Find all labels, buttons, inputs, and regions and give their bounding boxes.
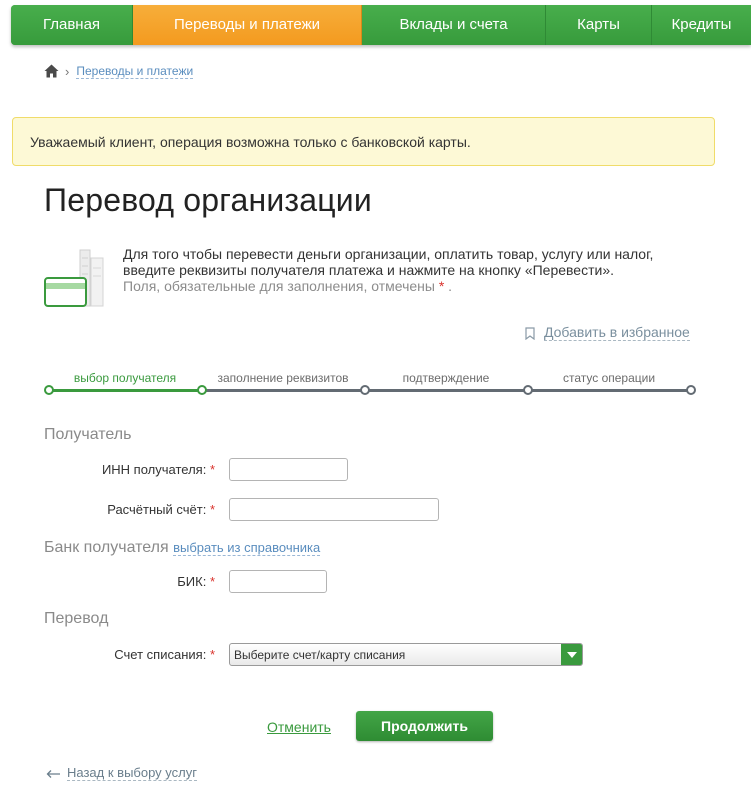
required-mark: *	[438, 278, 445, 294]
main-nav: Главная Переводы и платежи Вклады и счет…	[11, 5, 751, 45]
inn-input[interactable]	[229, 458, 348, 481]
page-title: Перевод организации	[44, 182, 372, 218]
section-title-recipient: Получатель	[44, 426, 132, 443]
bookmark-icon	[525, 326, 535, 340]
chevron-down-icon	[566, 651, 577, 658]
cancel-link[interactable]: Отменить	[267, 719, 331, 735]
required-note: Поля, обязательные для заполнения, отмеч…	[123, 278, 453, 294]
home-icon[interactable]	[44, 64, 59, 78]
info-line-1: Для того чтобы перевести деньги организа…	[123, 246, 654, 262]
debit-account-select[interactable]: Выберите счет/карту списания	[229, 643, 583, 666]
bik-label: БИК: *	[177, 574, 215, 589]
section-title-transfer: Перевод	[44, 610, 109, 627]
progress-stepper: выбор получателя заполнение реквизитов п…	[44, 368, 696, 398]
alert-banner: Уважаемый клиент, операция возможна толь…	[12, 117, 715, 166]
breadcrumb: › Переводы и платежи	[44, 62, 194, 80]
step-label-fill-details: заполнение реквизитов	[217, 371, 349, 385]
account-label: Расчётный счёт: *	[107, 502, 215, 517]
step-label-confirmation: подтверждение	[402, 371, 490, 385]
info-line-2: введите реквизиты получателя платежа и н…	[123, 262, 614, 278]
info-text: Для того чтобы перевести деньги организа…	[123, 246, 683, 294]
nav-item-deposits[interactable]: Вклады и счета	[362, 5, 546, 45]
debit-account-selected: Выберите счет/карту списания	[234, 647, 406, 662]
inn-label: ИНН получателя: *	[101, 462, 215, 477]
nav-item-credits[interactable]: Кредиты	[652, 5, 751, 45]
nav-item-home[interactable]: Главная	[11, 5, 133, 45]
step-line-1	[49, 389, 202, 392]
back-to-services[interactable]: Назад к выбору услуг	[46, 766, 197, 781]
step-dot-2	[197, 385, 207, 395]
back-to-services-link[interactable]: Назад к выбору услуг	[67, 766, 197, 781]
step-line-3	[365, 389, 528, 392]
alert-text: Уважаемый клиент, операция возможна толь…	[30, 133, 471, 150]
step-line-2	[202, 389, 365, 392]
step-dot-3	[360, 385, 370, 395]
step-line-4	[528, 389, 691, 392]
nav-item-transfers[interactable]: Переводы и платежи	[133, 5, 362, 45]
debit-account-label: Счет списания: *	[114, 647, 215, 662]
add-to-favorites-link[interactable]: Добавить в избранное	[544, 325, 690, 341]
nav-item-cards[interactable]: Карты	[546, 5, 652, 45]
continue-button[interactable]: Продолжить	[356, 711, 493, 741]
arrow-left-icon	[46, 769, 60, 778]
bik-input[interactable]	[229, 570, 327, 593]
card-and-buildings-illustration	[44, 249, 104, 307]
breadcrumb-separator: ›	[65, 63, 70, 79]
lookup-directory-link[interactable]: выбрать из справочника	[173, 540, 321, 556]
step-label-status: статус операции	[562, 371, 656, 385]
step-label-select-recipient: выбор получателя	[73, 371, 177, 385]
account-input[interactable]	[229, 498, 439, 521]
step-dot-5	[686, 385, 696, 395]
add-to-favorites[interactable]: Добавить в избранное	[525, 325, 690, 341]
step-dot-1	[44, 385, 54, 395]
select-arrow[interactable]	[561, 644, 582, 665]
section-title-bank: Банк получателя выбрать из справочника	[44, 539, 321, 556]
breadcrumb-link-transfers[interactable]: Переводы и платежи	[76, 64, 194, 79]
step-dot-4	[523, 385, 533, 395]
